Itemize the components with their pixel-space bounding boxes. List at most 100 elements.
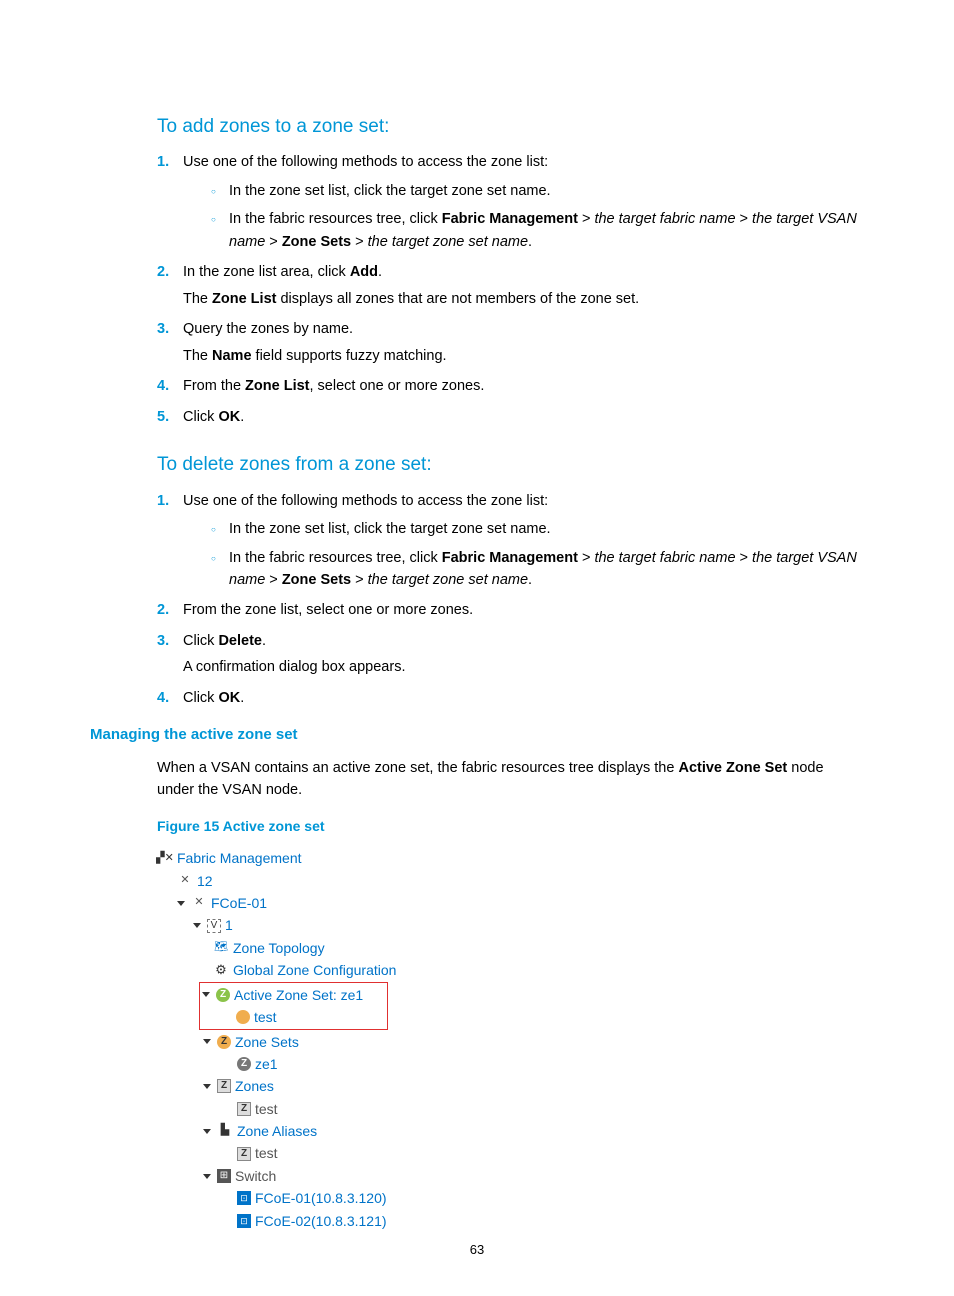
- tree-zones[interactable]: Z Zones: [157, 1075, 864, 1097]
- topo-icon: 🗺: [213, 940, 229, 956]
- step-text: From the Zone List, select one or more z…: [183, 375, 864, 397]
- tree-global-zone-config[interactable]: Global Zone Configuration: [157, 959, 864, 981]
- step-item: 3. Click Delete. A confirmation dialog box…: [157, 630, 864, 679]
- step-item: 4. Click OK.: [157, 687, 864, 709]
- tree-label: FCoE-02(10.8.3.121): [255, 1210, 387, 1232]
- step-text: Use one of the following methods to acce…: [183, 490, 864, 512]
- step-number: 5.: [157, 406, 169, 428]
- tree-fabric-mgmt[interactable]: ▞✕ Fabric Management: [157, 847, 864, 869]
- tree-switch[interactable]: ⊞ Switch: [157, 1165, 864, 1187]
- x-icon: ✕: [191, 895, 207, 911]
- caret-icon: [203, 1129, 211, 1134]
- tree-zone-test[interactable]: Z test: [157, 1098, 864, 1120]
- tree-label: Zone Topology: [233, 937, 325, 959]
- step-item: 5. Click OK.: [157, 406, 864, 428]
- tree-switch-2[interactable]: ⊡ FCoE-02(10.8.3.121): [157, 1210, 864, 1232]
- step-number: 1.: [157, 151, 169, 173]
- tree-switch-1[interactable]: ⊡ FCoE-01(10.8.3.120): [157, 1187, 864, 1209]
- heading-add-zones: To add zones to a zone set:: [157, 112, 864, 141]
- tree-label: Zones: [235, 1075, 274, 1097]
- tree-node-vsan1[interactable]: V 1: [157, 914, 864, 936]
- step-item: 1. Use one of the following methods to ac…: [157, 490, 864, 592]
- step-after: A confirmation dialog box appears.: [183, 656, 864, 678]
- tree-label: Zone Aliases: [237, 1120, 317, 1142]
- tree-zone-aliases[interactable]: Zone Aliases: [157, 1120, 864, 1142]
- active-zone-icon: Z: [216, 988, 230, 1002]
- tree-node-fcoe01[interactable]: ✕ FCoE-01: [157, 892, 864, 914]
- step-number: 4.: [157, 687, 169, 709]
- tree-label: 12: [197, 870, 213, 892]
- caret-icon: [203, 1174, 211, 1179]
- sub-item: In the zone set list, click the target z…: [211, 180, 864, 202]
- tree-active-zone-set-box: Z Active Zone Set: ze1 test: [199, 982, 388, 1031]
- tree-active-zone-set[interactable]: Z Active Zone Set: ze1: [202, 984, 363, 1006]
- tree-label: Active Zone Set: ze1: [234, 984, 363, 1006]
- caret-icon: [193, 923, 201, 928]
- tree-label: test: [255, 1098, 278, 1120]
- caret-icon: [202, 992, 210, 997]
- step-item: 3. Query the zones by name. The Name field…: [157, 318, 864, 367]
- step-number: 3.: [157, 318, 169, 340]
- device-icon: ⊡: [237, 1191, 251, 1205]
- gear-icon: [213, 962, 229, 978]
- step-number: 3.: [157, 630, 169, 652]
- step-text: Query the zones by name.: [183, 318, 864, 340]
- step-after: The Name field supports fuzzy matching.: [183, 345, 864, 367]
- tree-alias-test[interactable]: Z test: [157, 1142, 864, 1164]
- vsan-icon: V: [207, 919, 221, 933]
- tree-label: FCoE-01: [211, 892, 267, 914]
- active-zone-para: When a VSAN contains an active zone set,…: [157, 757, 864, 802]
- step-text: Click Delete.: [183, 630, 864, 652]
- steps-add: 1. Use one of the following methods to ac…: [157, 151, 864, 428]
- step-number: 4.: [157, 375, 169, 397]
- fabric-icon: ▞✕: [157, 850, 173, 866]
- caret-icon: [177, 901, 185, 906]
- zoneset-item-icon: Z: [237, 1057, 251, 1071]
- tree-label: test: [254, 1006, 277, 1028]
- zonesets-icon: Z: [217, 1035, 231, 1049]
- step-number: 2.: [157, 261, 169, 283]
- tree-label: FCoE-01(10.8.3.120): [255, 1187, 387, 1209]
- tree-active-zone-test[interactable]: test: [202, 1006, 363, 1028]
- step-text: Click OK.: [183, 406, 864, 428]
- step-item: 1. Use one of the following methods to ac…: [157, 151, 864, 253]
- tree-label: Zone Sets: [235, 1031, 299, 1053]
- tree-zone-topology[interactable]: 🗺 Zone Topology: [157, 937, 864, 959]
- step-text: Use one of the following methods to acce…: [183, 151, 864, 173]
- tree-label: Switch: [235, 1165, 276, 1187]
- tree-node-12[interactable]: ✕ 12: [157, 870, 864, 892]
- step-item: 4. From the Zone List, select one or more…: [157, 375, 864, 397]
- tree-zone-sets[interactable]: Z Zone Sets: [157, 1031, 864, 1053]
- step-number: 1.: [157, 490, 169, 512]
- tree-label: Fabric Management: [177, 847, 302, 869]
- device-icon: ⊡: [237, 1214, 251, 1228]
- sub-list: In the zone set list, click the target z…: [211, 180, 864, 253]
- step-text: From the zone list, select one or more z…: [183, 599, 864, 621]
- step-after: The Zone List displays all zones that ar…: [183, 288, 864, 310]
- sub-item: In the zone set list, click the target z…: [211, 518, 864, 540]
- alias-item-icon: Z: [237, 1147, 251, 1161]
- step-number: 2.: [157, 599, 169, 621]
- zone-item-icon: Z: [237, 1102, 251, 1116]
- caret-icon: [203, 1084, 211, 1089]
- heading-delete-zones: To delete zones from a zone set:: [157, 450, 864, 479]
- tree-zone-set-ze1[interactable]: Z ze1: [157, 1053, 864, 1075]
- sub-list: In the zone set list, click the target z…: [211, 518, 864, 591]
- sub-item: In the fabric resources tree, click Fabr…: [211, 547, 864, 592]
- zone-icon: [236, 1010, 250, 1024]
- fabric-tree: ▞✕ Fabric Management ✕ 12 ✕ FCoE-01 V 1 …: [157, 847, 864, 1232]
- tree-label: test: [255, 1142, 278, 1164]
- sub-item: In the fabric resources tree, click Fabr…: [211, 208, 864, 253]
- page-number: 63: [0, 1240, 954, 1260]
- step-text: Click OK.: [183, 687, 864, 709]
- step-text: In the zone list area, click Add.: [183, 261, 864, 283]
- heading-managing-active: Managing the active zone set: [90, 723, 864, 746]
- step-item: 2. From the zone list, select one or more…: [157, 599, 864, 621]
- figure-caption: Figure 15 Active zone set: [157, 816, 864, 838]
- step-item: 2. In the zone list area, click Add. The Z…: [157, 261, 864, 310]
- tree-label: ze1: [255, 1053, 278, 1075]
- zones-icon: Z: [217, 1079, 231, 1093]
- alias-icon: [217, 1123, 233, 1139]
- switch-icon: ⊞: [217, 1169, 231, 1183]
- tree-label: Global Zone Configuration: [233, 959, 396, 981]
